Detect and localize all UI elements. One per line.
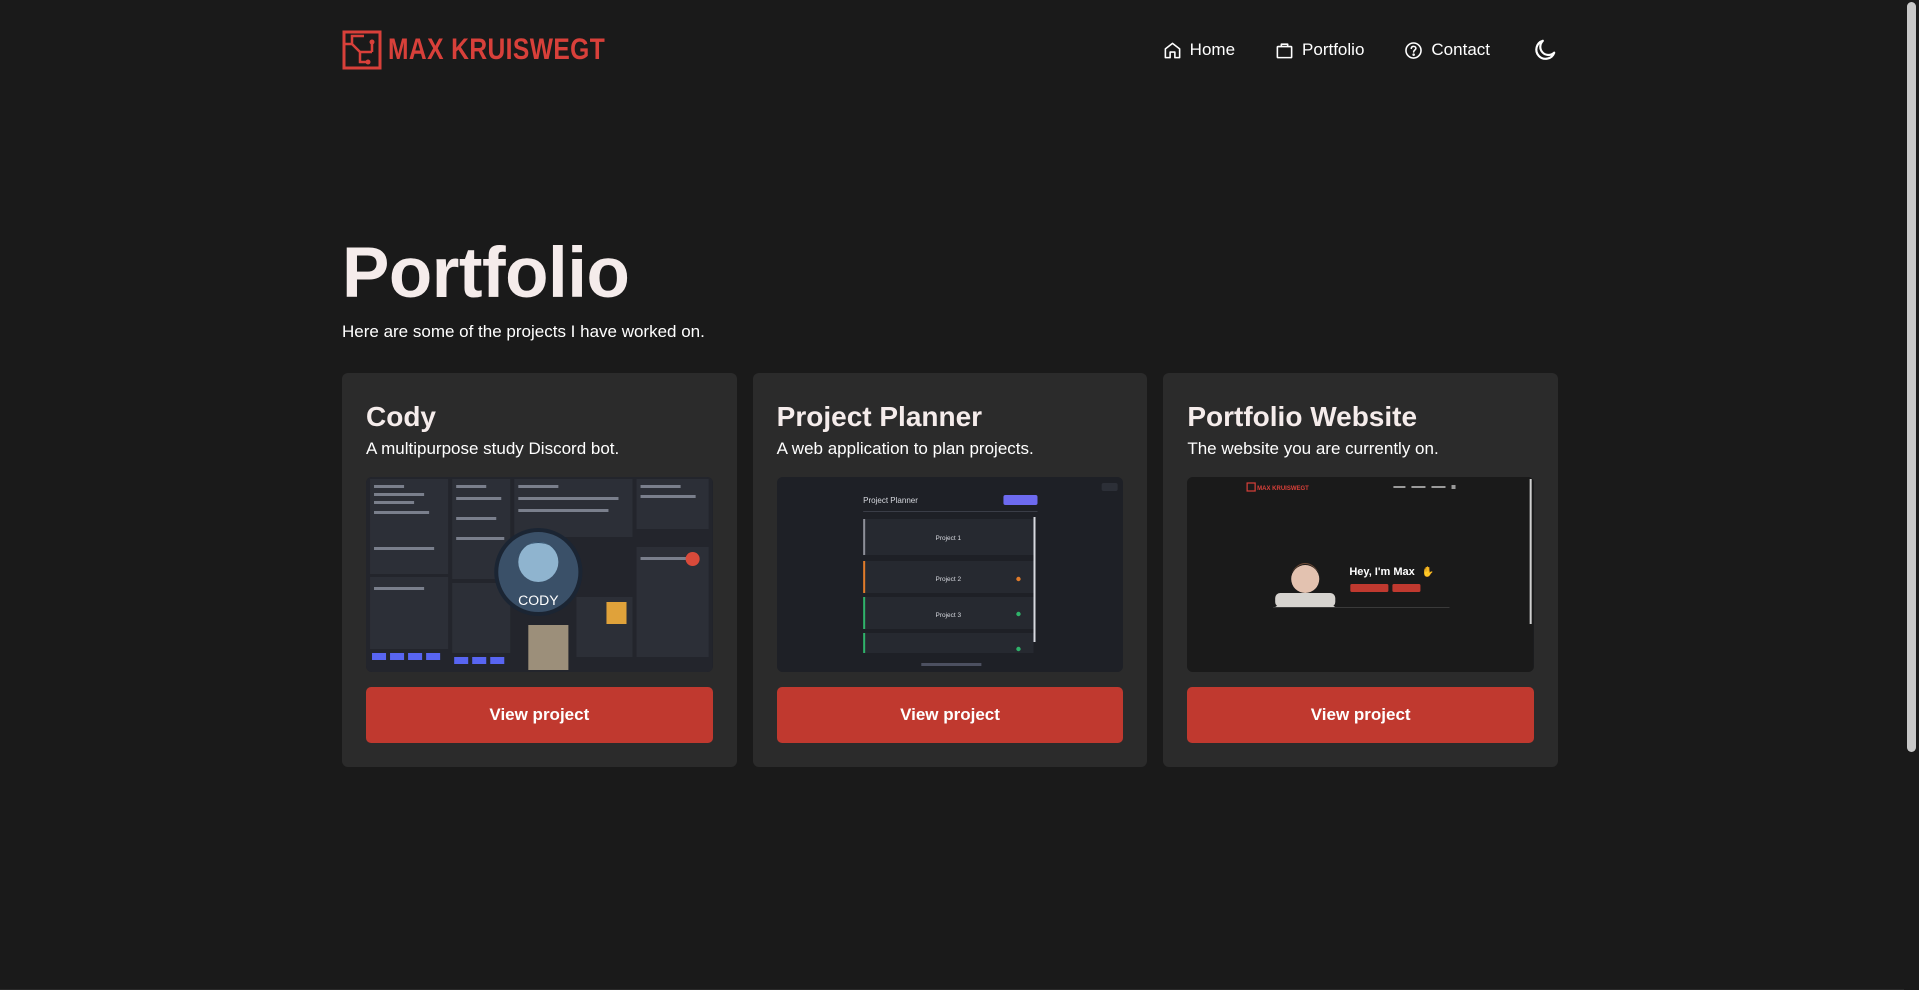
main-nav: Home Portfolio Contact <box>1123 37 1558 63</box>
wave-emoji-icon: ✋ <box>1422 565 1434 578</box>
planner-preview-graphic: Project Planner Project 1 Project 2 Proj… <box>776 477 1124 672</box>
cody-preview-graphic: CODY <box>366 477 713 672</box>
page-subtitle: Here are some of the projects I have wor… <box>342 322 705 341</box>
nav-home-label: Home <box>1189 40 1236 59</box>
nav-portfolio[interactable]: Portfolio <box>1275 40 1364 60</box>
planner-item: Project 3 <box>935 612 961 619</box>
logo-icon <box>342 30 382 70</box>
question-circle-icon <box>1405 41 1423 59</box>
logo-text: MAX KRUISWEGT <box>388 33 606 66</box>
view-project-button[interactable]: View project <box>776 687 1124 743</box>
project-title: Cody <box>366 401 436 432</box>
page-title: Portfolio <box>342 234 630 313</box>
project-title: Portfolio Website <box>1187 401 1418 432</box>
site-logo[interactable]: MAX KRUISWEGT <box>342 30 653 70</box>
project-preview-image: CODY <box>366 477 713 672</box>
scrollbar-thumb[interactable] <box>1907 2 1916 752</box>
site-header: MAX KRUISWEGT Home Portfolio Contact <box>342 28 1558 72</box>
project-title: Project Planner <box>776 401 983 432</box>
planner-item: Project 2 <box>935 576 961 583</box>
planner-item: Project 1 <box>935 535 961 542</box>
project-preview-image: Project Planner Project 1 Project 2 Proj… <box>776 477 1124 672</box>
nav-contact-label: Contact <box>1431 40 1490 59</box>
home-icon <box>1164 42 1181 58</box>
page-scrollbar[interactable] <box>1904 0 1919 990</box>
project-preview-image: MAX KRUISWEGT Hey, I'm Max ✋ <box>1187 477 1535 672</box>
planner-heading: Project Planner <box>863 496 918 505</box>
preview-greeting: Hey, I'm Max <box>1350 566 1416 578</box>
project-card-cody: Cody A multipurpose study Discord bot. C… <box>342 373 737 767</box>
preview-logo-text: MAX KRUISWEGT <box>1257 486 1309 492</box>
project-cards: Cody A multipurpose study Discord bot. C… <box>342 373 1559 767</box>
hero-section: Portfolio Here are some of the projects … <box>342 232 705 342</box>
nav-contact[interactable]: Contact <box>1404 40 1490 60</box>
project-description: The website you are currently on. <box>1187 439 1439 458</box>
view-project-button[interactable]: View project <box>1187 687 1535 743</box>
nav-portfolio-label: Portfolio <box>1302 40 1365 59</box>
project-card-portfolio-website: Portfolio Website The website you are cu… <box>1163 373 1559 767</box>
view-project-button[interactable]: View project <box>366 687 713 743</box>
project-description: A multipurpose study Discord bot. <box>366 439 620 458</box>
cody-logo-text: CODY <box>518 592 559 608</box>
theme-toggle-button[interactable] <box>1532 37 1558 63</box>
portfolio-preview-graphic: MAX KRUISWEGT Hey, I'm Max ✋ <box>1187 477 1535 672</box>
briefcase-icon <box>1276 42 1293 58</box>
project-description: A web application to plan projects. <box>776 439 1034 458</box>
moon-icon <box>1535 39 1556 60</box>
project-card-project-planner: Project Planner A web application to pla… <box>752 373 1148 767</box>
nav-home[interactable]: Home <box>1163 40 1235 60</box>
